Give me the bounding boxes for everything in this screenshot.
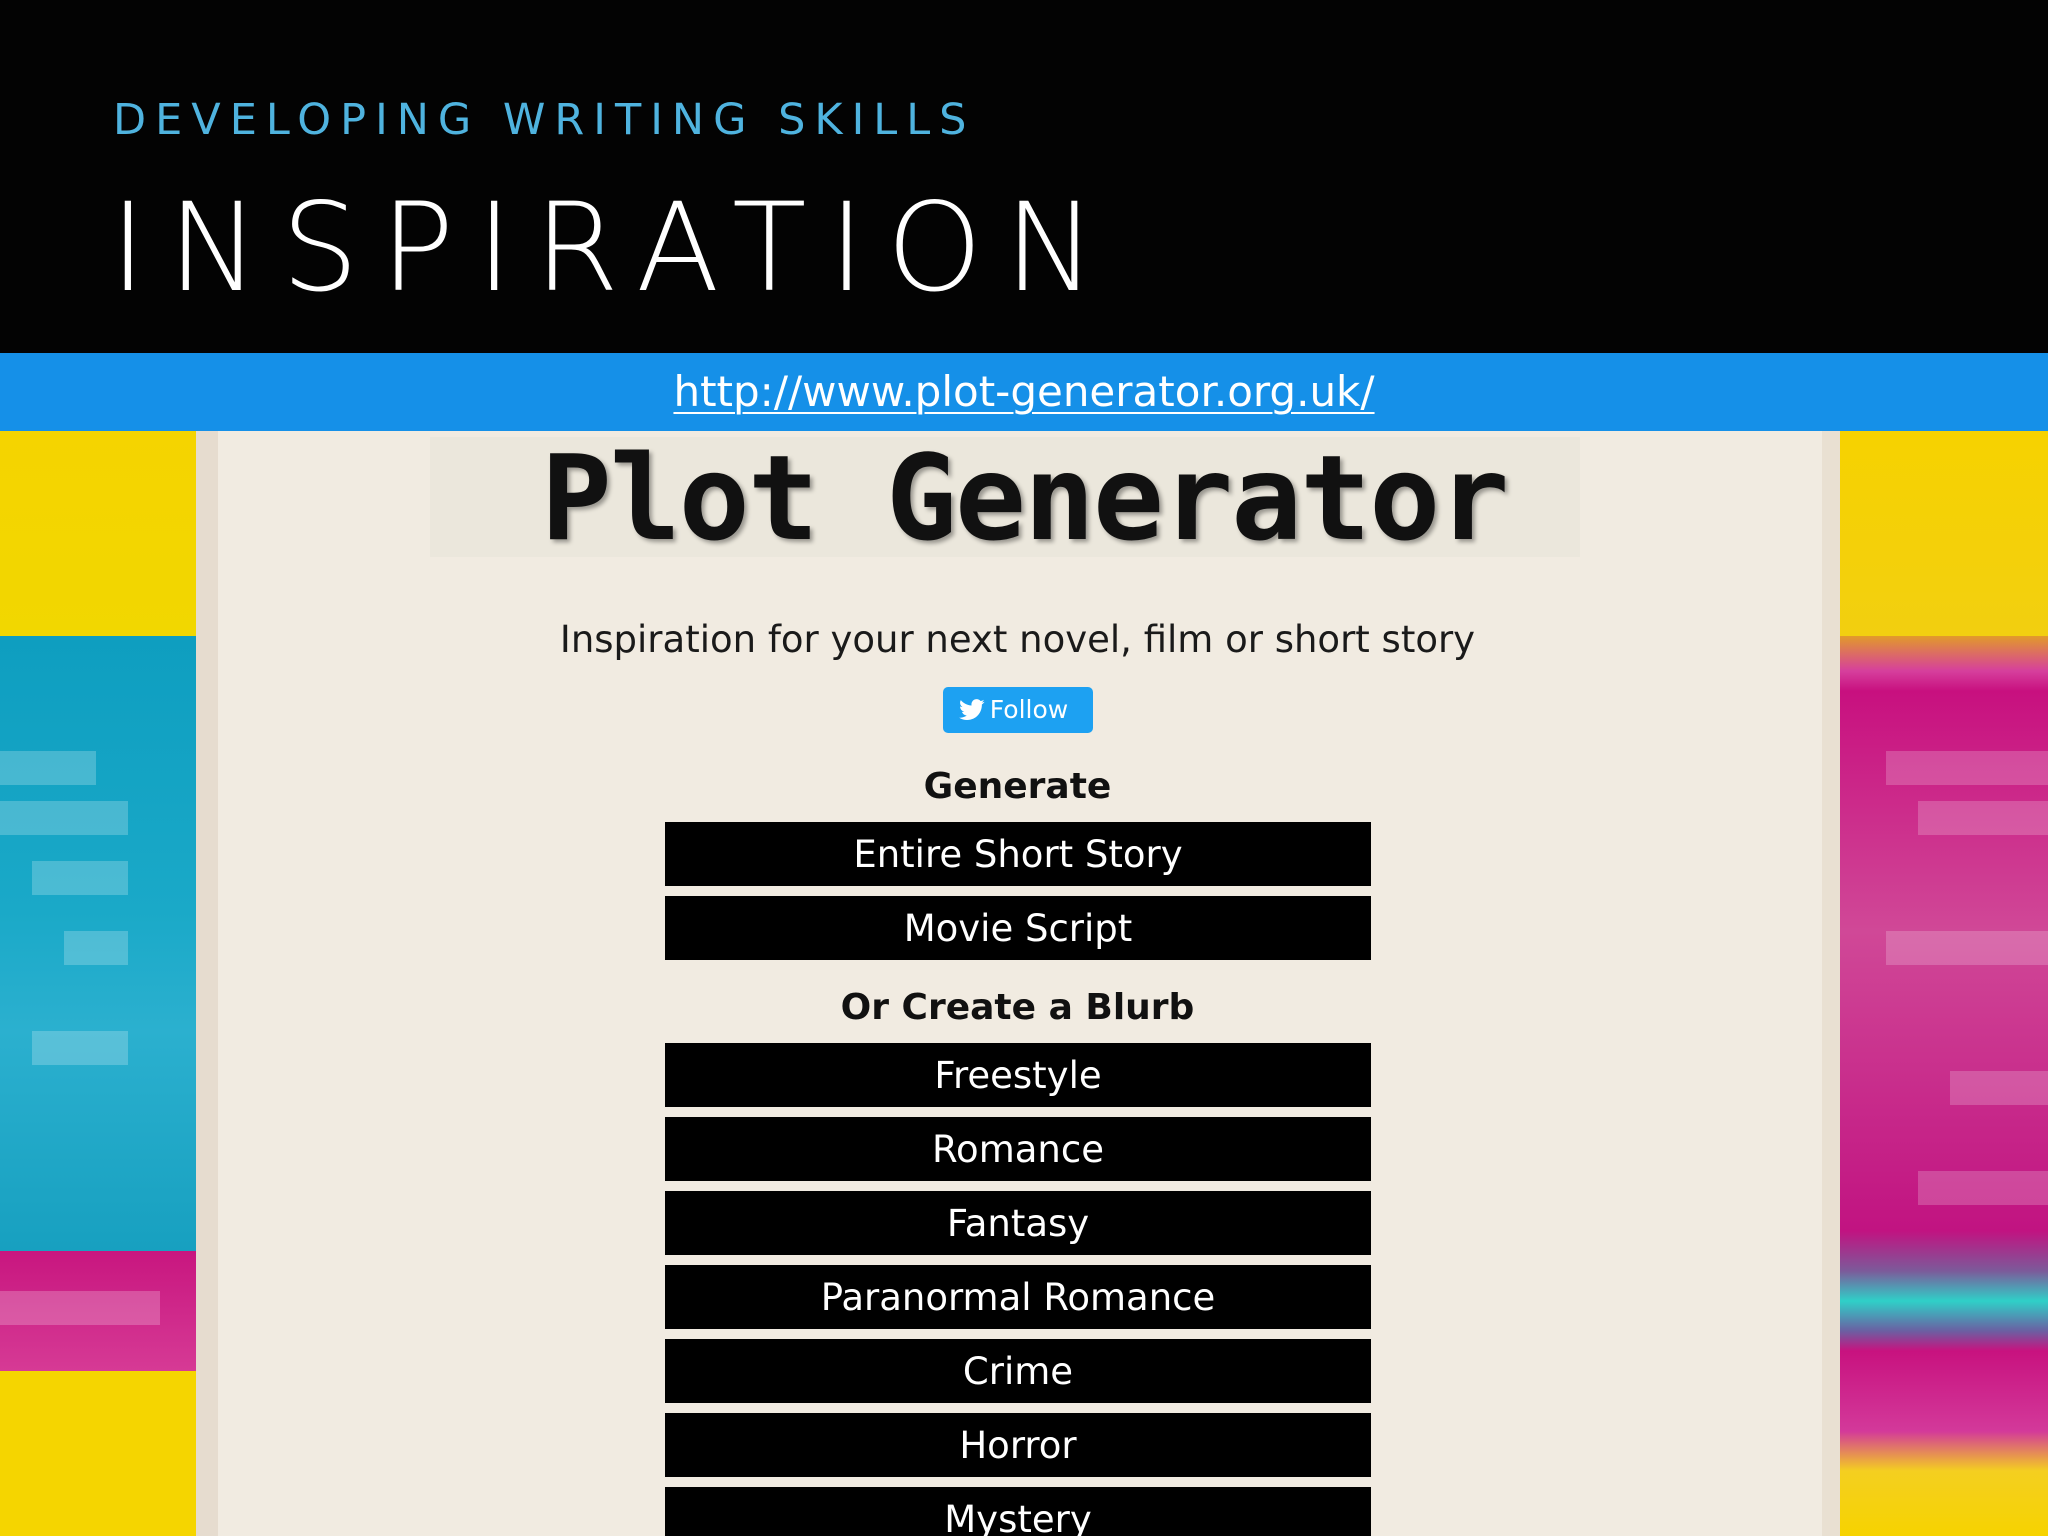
right-pixelated-border [1822, 431, 2048, 1536]
slide-title: INSPIRATION [110, 177, 1118, 319]
left-pixelated-border [0, 431, 218, 1536]
url-bar: http://www.plot-generator.org.uk/ [0, 353, 2048, 431]
romance-button[interactable]: Romance [665, 1117, 1371, 1181]
blurb-heading: Or Create a Blurb [840, 987, 1195, 1028]
movie-script-button[interactable]: Movie Script [665, 896, 1371, 960]
freestyle-button[interactable]: Freestyle [665, 1043, 1371, 1107]
paranormal-romance-button[interactable]: Paranormal Romance [665, 1265, 1371, 1329]
site-tagline: Inspiration for your next novel, film or… [559, 618, 1476, 661]
mystery-button[interactable]: Mystery [665, 1487, 1371, 1536]
generate-heading: Generate [923, 766, 1112, 807]
site-logo[interactable]: Plot Generator [0, 431, 2048, 565]
plot-generator-link[interactable]: http://www.plot-generator.org.uk/ [673, 365, 1374, 419]
entire-short-story-button[interactable]: Entire Short Story [665, 822, 1371, 886]
slide-subtitle: DEVELOPING WRITING SKILLS [113, 95, 976, 145]
twitter-bird-icon [959, 699, 985, 720]
slide-header: DEVELOPING WRITING SKILLS INSPIRATION [0, 0, 2048, 353]
follow-label: Follow [989, 695, 1069, 724]
fantasy-button[interactable]: Fantasy [665, 1191, 1371, 1255]
website-screenshot: Plot Generator Inspiration for your next… [0, 431, 2048, 1536]
horror-button[interactable]: Horror [665, 1413, 1371, 1477]
twitter-follow-button[interactable]: Follow [943, 687, 1093, 733]
crime-button[interactable]: Crime [665, 1339, 1371, 1403]
slide: DEVELOPING WRITING SKILLS INSPIRATION ht… [0, 0, 2048, 1536]
